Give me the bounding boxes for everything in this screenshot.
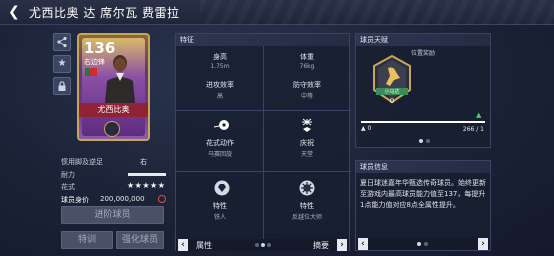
share-icon [57, 36, 67, 48]
talent-progress-left-value: 0 [367, 125, 372, 132]
traits-prev-button[interactable]: ‹ [178, 239, 188, 251]
thumb-up-icon: ▲ [361, 125, 366, 132]
card-name: 尤西比奥 [79, 103, 148, 117]
info-description: 夏日球迷嘉年华甄选传奇球员。始终更新至游戏内最高球员能力值至137，每提升1点能… [360, 179, 486, 209]
talent-badge-level: 0 [389, 97, 395, 105]
attack-label: 进攻效率 [206, 81, 234, 89]
weight-label: 体重 [300, 53, 314, 61]
stamina-bar [128, 173, 166, 176]
traits-next-button[interactable]: › [337, 239, 347, 251]
talent-progress-right: 266 / 1 [462, 126, 484, 133]
traits-panel: 特征 身高 1.75m 体重 76kg 进攻效率 高 防守效率 中等 花式动作 … [175, 33, 351, 251]
info-page-dot-1 [417, 242, 421, 246]
skill-label: 花式 [61, 183, 75, 191]
upgrade-arrow-icon: ▲ [476, 111, 482, 119]
soccer-ball-icon [214, 120, 229, 130]
height-label: 身高 [213, 53, 227, 61]
special-training-button[interactable]: 特训 [61, 231, 113, 249]
traits-divider-2 [176, 171, 351, 172]
value-label: 球员身价 [61, 196, 89, 204]
diamond-trait-icon [214, 180, 230, 196]
talent-page-dot-2 [426, 139, 430, 143]
page-dot-1 [255, 243, 259, 247]
portugal-flag-icon [85, 68, 97, 76]
traits-footer-right: 摘要 [313, 241, 329, 250]
stamina-label: 耐力 [61, 171, 75, 179]
info-panel-title: 球员信息 [356, 161, 490, 173]
share-button[interactable] [53, 33, 71, 51]
talent-panel: 球员天赋 位置奖励 小马达 0 ▲ ▲ 0 266 / 1 [355, 33, 491, 148]
traits-panel-title: 特征 [176, 34, 349, 46]
favorite-button[interactable]: ★ [53, 55, 71, 73]
strengthen-player-button[interactable]: 强化球员 [116, 231, 164, 249]
talent-page-dot-1 [419, 139, 423, 143]
club-badge-icon [104, 121, 120, 137]
skill-move-value: 马赛回旋 [207, 151, 232, 158]
info-page-dot-2 [424, 242, 428, 246]
info-prev-button[interactable]: ‹ [358, 238, 368, 250]
player-portrait [105, 55, 135, 103]
weight-value: 76kg [299, 63, 315, 70]
attack-value: 高 [216, 93, 223, 100]
lock-icon [58, 81, 66, 91]
advance-player-button[interactable]: 进阶球员 [61, 206, 164, 224]
skill-stars: ★★★★★ [127, 181, 166, 190]
celebration-label: 庆祝 [300, 139, 314, 147]
top-bar: ❮ 尤西比奥 达 席尔瓦 费雷拉 [0, 0, 554, 25]
page-dot-3 [267, 243, 271, 247]
height-value: 1.75m [210, 63, 230, 70]
talent-panel-title: 球员天赋 [356, 34, 490, 46]
ship-wheel-trait-icon [299, 180, 315, 196]
trait1-label: 特性 [213, 202, 227, 210]
player-card[interactable]: 136 右边锋 尤西比奥 [77, 33, 150, 141]
preferred-foot-value: 右 [140, 158, 147, 166]
info-next-button[interactable]: › [478, 238, 488, 250]
trait1-value: 铁人 [213, 214, 226, 221]
page-title: 尤西比奥 达 席尔瓦 费雷拉 [29, 6, 180, 20]
celebration-value: 天堂 [300, 151, 313, 158]
no-trade-icon [158, 195, 166, 203]
defense-label: 防守效率 [293, 81, 321, 89]
trait2-value: 反越位大师 [291, 214, 322, 221]
traits-footer-left: 属性 [196, 241, 212, 250]
chevron-left-icon: ❮ [8, 4, 20, 20]
traits-divider-vertical [263, 46, 264, 239]
page-dot-2 [261, 243, 265, 247]
value-amount: 200,000,000 [100, 195, 145, 203]
info-panel: 球员信息 夏日球迷嘉年华甄选传奇球员。始终更新至游戏内最高球员能力值至137，每… [355, 160, 491, 251]
back-button[interactable]: ❮ [8, 3, 26, 21]
skill-move-label: 花式动作 [206, 139, 234, 147]
traits-footer: ‹ 属性 摘要 › [176, 239, 349, 251]
info-footer: ‹ › [356, 238, 490, 250]
talent-badge-label: 小马达 [384, 89, 400, 95]
preferred-foot-label: 惯用脚及逆足 [61, 158, 103, 166]
lock-button[interactable] [53, 77, 71, 95]
fireworks-icon [302, 118, 312, 132]
star-icon: ★ [57, 58, 67, 69]
talent-progress-left: ▲ 0 [361, 125, 371, 132]
topbar-decoration [200, 0, 554, 25]
trait2-label: 特性 [300, 202, 314, 210]
defense-value: 中等 [300, 93, 313, 100]
traits-divider-1 [176, 110, 351, 111]
talent-progress-bar [361, 121, 485, 123]
